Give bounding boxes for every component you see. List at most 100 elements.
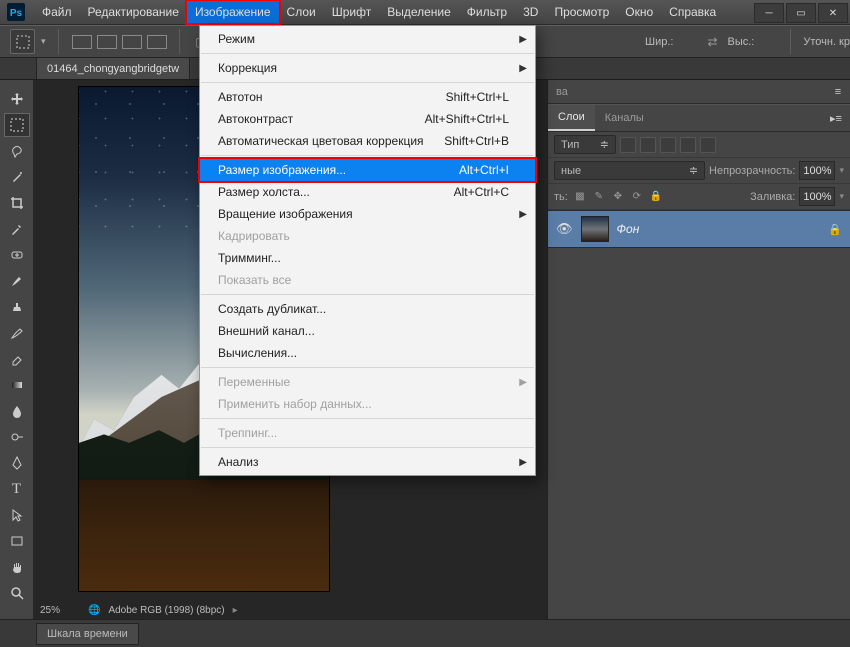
tool-preset-chevron-icon[interactable]: ▾: [41, 36, 46, 47]
current-tool-icon[interactable]: [10, 29, 35, 54]
menu-item[interactable]: Внешний канал...: [200, 320, 535, 342]
path-selection-tool[interactable]: [4, 503, 30, 527]
filter-shape-icon[interactable]: [680, 137, 696, 153]
pen-tool[interactable]: [4, 451, 30, 475]
status-icon[interactable]: 🌐: [88, 605, 100, 616]
zoom-tool[interactable]: [4, 581, 30, 605]
maximize-button[interactable]: ▭: [786, 3, 816, 23]
timeline-tab[interactable]: Шкала времени: [36, 623, 139, 645]
eraser-tool[interactable]: [4, 347, 30, 371]
menu-item[interactable]: Размер холста...Alt+Ctrl+C: [200, 181, 535, 203]
dodge-tool[interactable]: [4, 425, 30, 449]
menu-item[interactable]: Размер изображения...Alt+Ctrl+I: [200, 159, 535, 181]
layer-lock-icon[interactable]: 🔒: [828, 223, 842, 236]
clone-stamp-tool[interactable]: [4, 295, 30, 319]
panel-menu-icon[interactable]: ≡: [830, 86, 846, 98]
eyedropper-tool[interactable]: [4, 217, 30, 241]
filter-type-icon[interactable]: [660, 137, 676, 153]
gradient-tool[interactable]: [4, 373, 30, 397]
document-tab[interactable]: 01464_chongyangbridgetw: [36, 58, 190, 79]
lock-nested-icon[interactable]: ⟳: [629, 189, 645, 205]
width-label: Шир.:: [645, 36, 673, 48]
layout-presets: [71, 35, 167, 49]
layer-row-background[interactable]: 👁 Фон 🔒: [548, 210, 850, 248]
truncated-panel-tab[interactable]: ва ≡: [548, 80, 850, 104]
lock-all-icon[interactable]: 🔒: [648, 189, 664, 205]
layer-thumbnail[interactable]: [581, 216, 609, 242]
blur-tool[interactable]: [4, 399, 30, 423]
menu-окно[interactable]: Окно: [617, 1, 661, 23]
panel-menu-icon[interactable]: ▸≡: [828, 112, 844, 124]
status-chevron-icon[interactable]: ▸: [233, 605, 238, 616]
menu-item-label: Размер изображения...: [218, 163, 346, 177]
type-tool[interactable]: T: [4, 477, 30, 501]
swap-dimensions-icon[interactable]: ⇄: [704, 33, 722, 51]
image-menu-dropdown: Режим▶ Коррекция▶ АвтотонShift+Ctrl+LАвток…: [199, 25, 536, 476]
layout-preset-2[interactable]: [97, 35, 117, 49]
close-button[interactable]: ✕: [818, 3, 848, 23]
submenu-arrow-icon: ▶: [519, 63, 527, 74]
magic-wand-tool[interactable]: [4, 165, 30, 189]
layout-preset-4[interactable]: [147, 35, 167, 49]
menu-просмотр[interactable]: Просмотр: [546, 1, 617, 23]
fill-value[interactable]: 100%: [799, 187, 835, 206]
menu-item-label: Анализ: [218, 455, 259, 469]
filter-adjustment-icon[interactable]: [640, 137, 656, 153]
filter-type-combo[interactable]: Тип≑: [554, 135, 616, 154]
blend-mode-label: ные: [561, 165, 581, 177]
history-brush-tool[interactable]: [4, 321, 30, 345]
menu-item: Переменные▶: [200, 371, 535, 393]
move-tool[interactable]: [4, 87, 30, 111]
menu-item[interactable]: Создать дубликат...: [200, 298, 535, 320]
layer-name[interactable]: Фон: [617, 222, 821, 236]
menu-item[interactable]: Тримминг...: [200, 247, 535, 269]
opacity-value[interactable]: 100%: [799, 161, 835, 180]
menu-item[interactable]: АвтоконтрастAlt+Shift+Ctrl+L: [200, 108, 535, 130]
marquee-tool[interactable]: [4, 113, 30, 137]
menu-separator: [201, 447, 534, 448]
timeline-tab-label: Шкала времени: [47, 628, 128, 640]
menu-справка[interactable]: Справка: [661, 1, 724, 23]
crop-tool[interactable]: [4, 191, 30, 215]
chevron-down-icon[interactable]: ▾: [839, 191, 844, 202]
layout-preset-1[interactable]: [72, 35, 92, 49]
minimize-button[interactable]: ─: [754, 3, 784, 23]
lock-image-icon[interactable]: ✎: [591, 189, 607, 205]
chevron-down-icon[interactable]: ▾: [839, 165, 844, 176]
menu-item[interactable]: Вычисления...: [200, 342, 535, 364]
menu-изображение[interactable]: Изображение: [187, 1, 279, 23]
blend-mode-combo[interactable]: ные≑: [554, 161, 705, 180]
menu-item[interactable]: Автоматическая цветовая коррекцияShift+C…: [200, 130, 535, 152]
filter-smart-icon[interactable]: [700, 137, 716, 153]
menu-файл[interactable]: Файл: [34, 1, 80, 23]
rectangle-tool[interactable]: [4, 529, 30, 553]
menu-фильтр[interactable]: Фильтр: [459, 1, 515, 23]
visibility-toggle-icon[interactable]: 👁: [556, 221, 573, 237]
menu-item[interactable]: АвтотонShift+Ctrl+L: [200, 86, 535, 108]
height-value[interactable]: [758, 41, 778, 42]
menu-шрифт[interactable]: Шрифт: [324, 1, 379, 23]
menu-слои[interactable]: Слои: [279, 1, 324, 23]
menu-separator: [201, 53, 534, 54]
menu-item[interactable]: Режим▶: [200, 28, 535, 50]
brush-tool[interactable]: [4, 269, 30, 293]
layout-preset-3[interactable]: [122, 35, 142, 49]
hand-tool[interactable]: [4, 555, 30, 579]
menu-редактирование[interactable]: Редактирование: [80, 1, 187, 23]
menu-item[interactable]: Анализ▶: [200, 451, 535, 473]
menu-item[interactable]: Вращение изображения▶: [200, 203, 535, 225]
healing-brush-tool[interactable]: [4, 243, 30, 267]
zoom-level[interactable]: 25%: [40, 605, 80, 616]
panel-tab-каналы[interactable]: Каналы: [595, 105, 654, 131]
lock-position-icon[interactable]: ✥: [610, 189, 626, 205]
lock-transparency-icon[interactable]: ▩: [572, 189, 588, 205]
menu-item-shortcut: Alt+Shift+Ctrl+L: [425, 112, 509, 126]
refine-edge-button[interactable]: Уточн. кр: [803, 36, 850, 48]
menu-item[interactable]: Коррекция▶: [200, 57, 535, 79]
lasso-tool[interactable]: [4, 139, 30, 163]
filter-pixel-icon[interactable]: [620, 137, 636, 153]
panel-tab-слои[interactable]: Слои: [548, 105, 595, 131]
menu-3d[interactable]: 3D: [515, 1, 546, 23]
width-value[interactable]: [678, 41, 698, 42]
menu-выделение[interactable]: Выделение: [379, 1, 459, 23]
